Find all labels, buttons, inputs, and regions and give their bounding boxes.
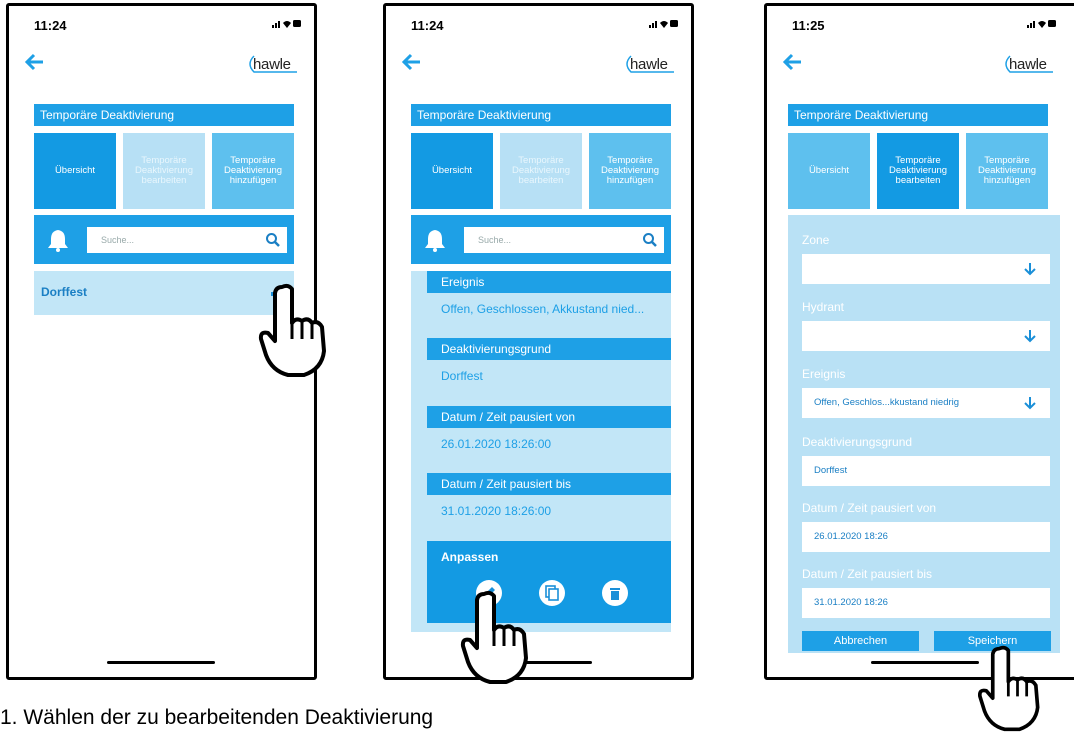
section-header: Ereignis (427, 271, 671, 293)
hawle-logo: hawle (1001, 54, 1057, 74)
back-arrow-icon[interactable] (781, 50, 805, 74)
trash-icon (610, 588, 620, 600)
hydrant-select[interactable] (802, 321, 1050, 351)
event-label: Ereignis (802, 367, 846, 381)
search-bar: Suche... (411, 215, 671, 264)
tab-label: Temporäre Deaktivierung hinzufügen (223, 155, 283, 186)
event-value: Offen, Geschlos...kkustand niedrig (814, 397, 960, 408)
back-arrow-icon[interactable] (23, 50, 47, 74)
delete-button[interactable] (602, 580, 628, 606)
date-to-label: Datum / Zeit pausiert bis (802, 567, 933, 581)
status-icons (272, 20, 301, 28)
date-from-input[interactable]: 26.01.2020 18:26 (802, 522, 1050, 552)
arrow-down-icon (1024, 330, 1036, 343)
list-item-label: Dorffest (41, 285, 88, 299)
bell-icon[interactable] (424, 228, 446, 252)
zone-select[interactable] (802, 254, 1050, 284)
home-indicator (871, 661, 979, 664)
event-select[interactable]: Offen, Geschlos...kkustand niedrig (802, 388, 1050, 418)
reason-input[interactable]: Dorffest (802, 456, 1050, 486)
arrow-down-icon (1024, 397, 1036, 410)
search-input[interactable]: Suche... (87, 227, 287, 253)
page-header: Temporäre Deaktivierung (34, 104, 294, 126)
tab-add[interactable]: Temporäre Deaktivierung hinzufügen (966, 133, 1048, 209)
tab-edit[interactable]: Temporäre Deaktivierung bearbeiten (123, 133, 205, 209)
tab-overview[interactable]: Übersicht (411, 133, 493, 209)
pointing-hand-icon (258, 283, 326, 377)
list-item[interactable]: Dorffest (34, 271, 294, 315)
search-input[interactable]: Suche... (464, 227, 664, 253)
tab-label: Übersicht (54, 165, 96, 176)
search-placeholder: Suche... (101, 235, 135, 245)
tab-label: Übersicht (431, 165, 473, 176)
tab-label: Temporäre Deaktivierung bearbeiten (511, 155, 571, 186)
status-time: 11:25 (792, 18, 825, 33)
tab-label: Temporäre Deaktivierung bearbeiten (888, 155, 948, 186)
logo-text: hawle (253, 56, 291, 73)
section-value: Dorffest (441, 369, 483, 383)
page-header: Temporäre Deaktivierung (411, 104, 671, 126)
copy-button[interactable] (539, 580, 565, 606)
hydrant-label: Hydrant (802, 300, 845, 314)
section-header: Deaktivierungsgrund (427, 338, 671, 360)
tab-label: Temporäre Deaktivierung bearbeiten (134, 155, 194, 186)
status-icons (649, 20, 678, 28)
logo-text: hawle (630, 56, 668, 73)
detail-panel: Ereignis Offen, Geschlossen, Akkustand n… (411, 271, 671, 632)
hawle-logo: hawle (245, 54, 301, 74)
status-icons (1027, 20, 1056, 28)
date-from-value: 26.01.2020 18:26 (814, 531, 888, 542)
hawle-logo: hawle (622, 54, 678, 74)
phone-screen-2: 11:24 hawle Temporäre Deaktivierung Über… (383, 3, 694, 680)
section-value: 31.01.2020 18:26:00 (441, 504, 552, 518)
date-from-label: Datum / Zeit pausiert von (802, 501, 937, 515)
arrow-down-icon (1024, 263, 1036, 276)
home-indicator (107, 661, 215, 664)
back-arrow-icon[interactable] (400, 50, 424, 74)
phone-screen-3: 11:25 hawle Temporäre Deaktivierung Über… (764, 3, 1074, 680)
tab-add[interactable]: Temporäre Deaktivierung hinzufügen (589, 133, 671, 209)
search-bar: Suche... (34, 215, 294, 264)
reason-value: Dorffest (814, 465, 848, 476)
pointing-hand-icon (977, 645, 1040, 732)
pointing-hand-icon (460, 590, 528, 684)
status-time: 11:24 (411, 18, 444, 33)
tab-overview[interactable]: Übersicht (788, 133, 870, 209)
tab-edit[interactable]: Temporäre Deaktivierung bearbeiten (500, 133, 582, 209)
cancel-button[interactable]: Abbrechen (802, 631, 919, 651)
tab-add[interactable]: Temporäre Deaktivierung hinzufügen (212, 133, 294, 209)
tab-edit[interactable]: Temporäre Deaktivierung bearbeiten (877, 133, 959, 209)
logo-text: hawle (1009, 56, 1047, 73)
section-value: 26.01.2020 18:26:00 (441, 437, 552, 451)
section-value: Offen, Geschlossen, Akkustand nied... (441, 302, 645, 316)
copy-icon (545, 585, 559, 601)
zone-label: Zone (802, 233, 830, 247)
tab-overview[interactable]: Übersicht (34, 133, 116, 209)
tab-label: Temporäre Deaktivierung hinzufügen (977, 155, 1037, 186)
search-placeholder: Suche... (478, 235, 512, 245)
reason-label: Deaktivierungsgrund (802, 435, 913, 449)
search-icon[interactable] (265, 232, 281, 248)
date-to-value: 31.01.2020 18:26 (814, 597, 888, 608)
date-to-input[interactable]: 31.01.2020 18:26 (802, 588, 1050, 618)
page-header: Temporäre Deaktivierung (788, 104, 1048, 126)
adjust-label: Anpassen (441, 550, 499, 564)
instruction-caption: 1. Wählen der zu bearbeitenden Deaktivie… (0, 706, 434, 729)
bell-icon[interactable] (47, 228, 69, 252)
status-time: 11:24 (34, 18, 67, 33)
tab-label: Übersicht (808, 165, 850, 176)
tab-label: Temporäre Deaktivierung hinzufügen (600, 155, 660, 186)
section-header: Datum / Zeit pausiert bis (427, 473, 671, 495)
section-header: Datum / Zeit pausiert von (427, 406, 671, 428)
search-icon[interactable] (642, 232, 658, 248)
